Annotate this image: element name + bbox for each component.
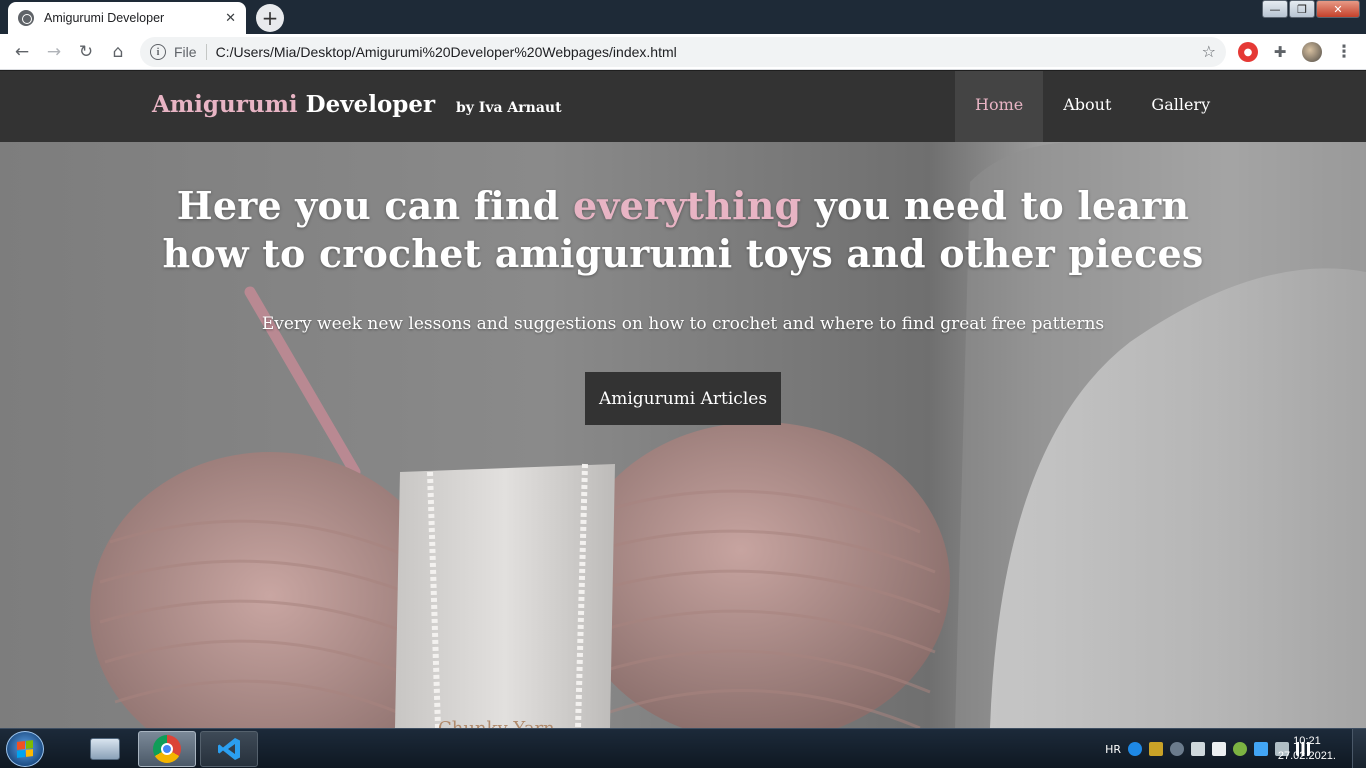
tab-close-icon[interactable]: ✕	[225, 11, 236, 26]
windows-logo-icon	[17, 740, 33, 758]
nav-about[interactable]: About	[1043, 71, 1131, 142]
adblock-extension-icon[interactable]: ●	[1238, 42, 1258, 62]
show-desktop-button[interactable]	[1352, 729, 1366, 768]
hero-heading: Here you can find everything you need to…	[148, 182, 1218, 278]
back-button[interactable]: ←	[6, 36, 38, 68]
extensions-puzzle-icon[interactable]: ✚	[1270, 42, 1290, 62]
window-controls: — ❐ ✕	[1261, 0, 1360, 18]
dropbox-icon[interactable]	[1128, 742, 1142, 756]
browser-tabstrip: Amigurumi Developer ✕ + — ❐ ✕	[0, 0, 1366, 34]
update-icon[interactable]	[1233, 742, 1247, 756]
steam-icon[interactable]	[1170, 742, 1184, 756]
site-info-icon[interactable]: i	[150, 44, 166, 60]
tab-title: Amigurumi Developer	[44, 11, 165, 25]
yarn-label-text: Chunky Yarn	[438, 718, 555, 728]
amigurumi-articles-button[interactable]: Amigurumi Articles	[585, 372, 781, 425]
language-indicator[interactable]: HR	[1105, 743, 1121, 756]
start-button[interactable]	[6, 731, 44, 767]
url-scheme: File	[174, 44, 207, 60]
nav-gallery[interactable]: Gallery	[1131, 71, 1230, 142]
site-logo[interactable]: Amigurumi Developer	[152, 91, 435, 118]
hero-lead-text: Every week new lessons and suggestions o…	[261, 314, 1105, 334]
browser-menu-button[interactable]: ⋮	[1334, 42, 1354, 62]
url-text[interactable]: C:/Users/Mia/Desktop/Amigurumi%20Develop…	[216, 44, 677, 60]
hero-section: Chunky Yarn Here you can find everything…	[0, 142, 1366, 728]
taskbar-chrome[interactable]	[138, 731, 196, 767]
app-tray-icon[interactable]	[1149, 742, 1163, 756]
hero-heading-highlight: everything	[572, 183, 802, 228]
globe-icon	[18, 10, 34, 26]
clock-date: 27.02.2021.	[1277, 750, 1336, 762]
vscode-icon	[218, 738, 240, 760]
brand-highlight: Amigurumi	[152, 91, 298, 118]
taskbar-vscode[interactable]	[200, 731, 258, 767]
windows-taskbar: HR 10:21 27.02.2021.	[0, 728, 1366, 768]
main-nav: Home About Gallery	[955, 71, 1230, 142]
site-byline: by Iva Arnaut	[456, 100, 562, 116]
reload-button[interactable]: ↻	[70, 36, 102, 68]
new-tab-button[interactable]: +	[256, 4, 284, 32]
bluetooth-icon[interactable]	[1254, 742, 1268, 756]
site-header: Amigurumi Developer by Iva Arnaut Home A…	[0, 71, 1366, 142]
address-bar[interactable]: i File C:/Users/Mia/Desktop/Amigurumi%20…	[140, 37, 1226, 67]
action-center-flag-icon[interactable]	[1212, 742, 1226, 756]
bookmark-star-icon[interactable]: ☆	[1202, 42, 1216, 61]
forward-button[interactable]: →	[38, 36, 70, 68]
nav-home[interactable]: Home	[955, 71, 1044, 142]
browser-toolbar: ← → ↻ ⌂ i File C:/Users/Mia/Desktop/Amig…	[0, 34, 1366, 70]
hero-heading-before: Here you can find	[176, 183, 573, 228]
maximize-button[interactable]: ❐	[1289, 0, 1315, 18]
volume-icon[interactable]	[1191, 742, 1205, 756]
clock-time: 10:21	[1293, 735, 1321, 747]
taskbar-keyboard-app[interactable]	[76, 731, 134, 767]
close-window-button[interactable]: ✕	[1316, 0, 1360, 18]
minimize-button[interactable]: —	[1262, 0, 1288, 18]
taskbar-clock[interactable]: 10:21 27.02.2021.	[1278, 734, 1336, 764]
home-button[interactable]: ⌂	[102, 36, 134, 68]
brand-rest: Developer	[297, 91, 436, 118]
browser-tab[interactable]: Amigurumi Developer ✕	[8, 2, 246, 34]
profile-avatar[interactable]	[1302, 42, 1322, 62]
keyboard-icon	[90, 738, 120, 760]
chrome-icon	[153, 735, 181, 763]
